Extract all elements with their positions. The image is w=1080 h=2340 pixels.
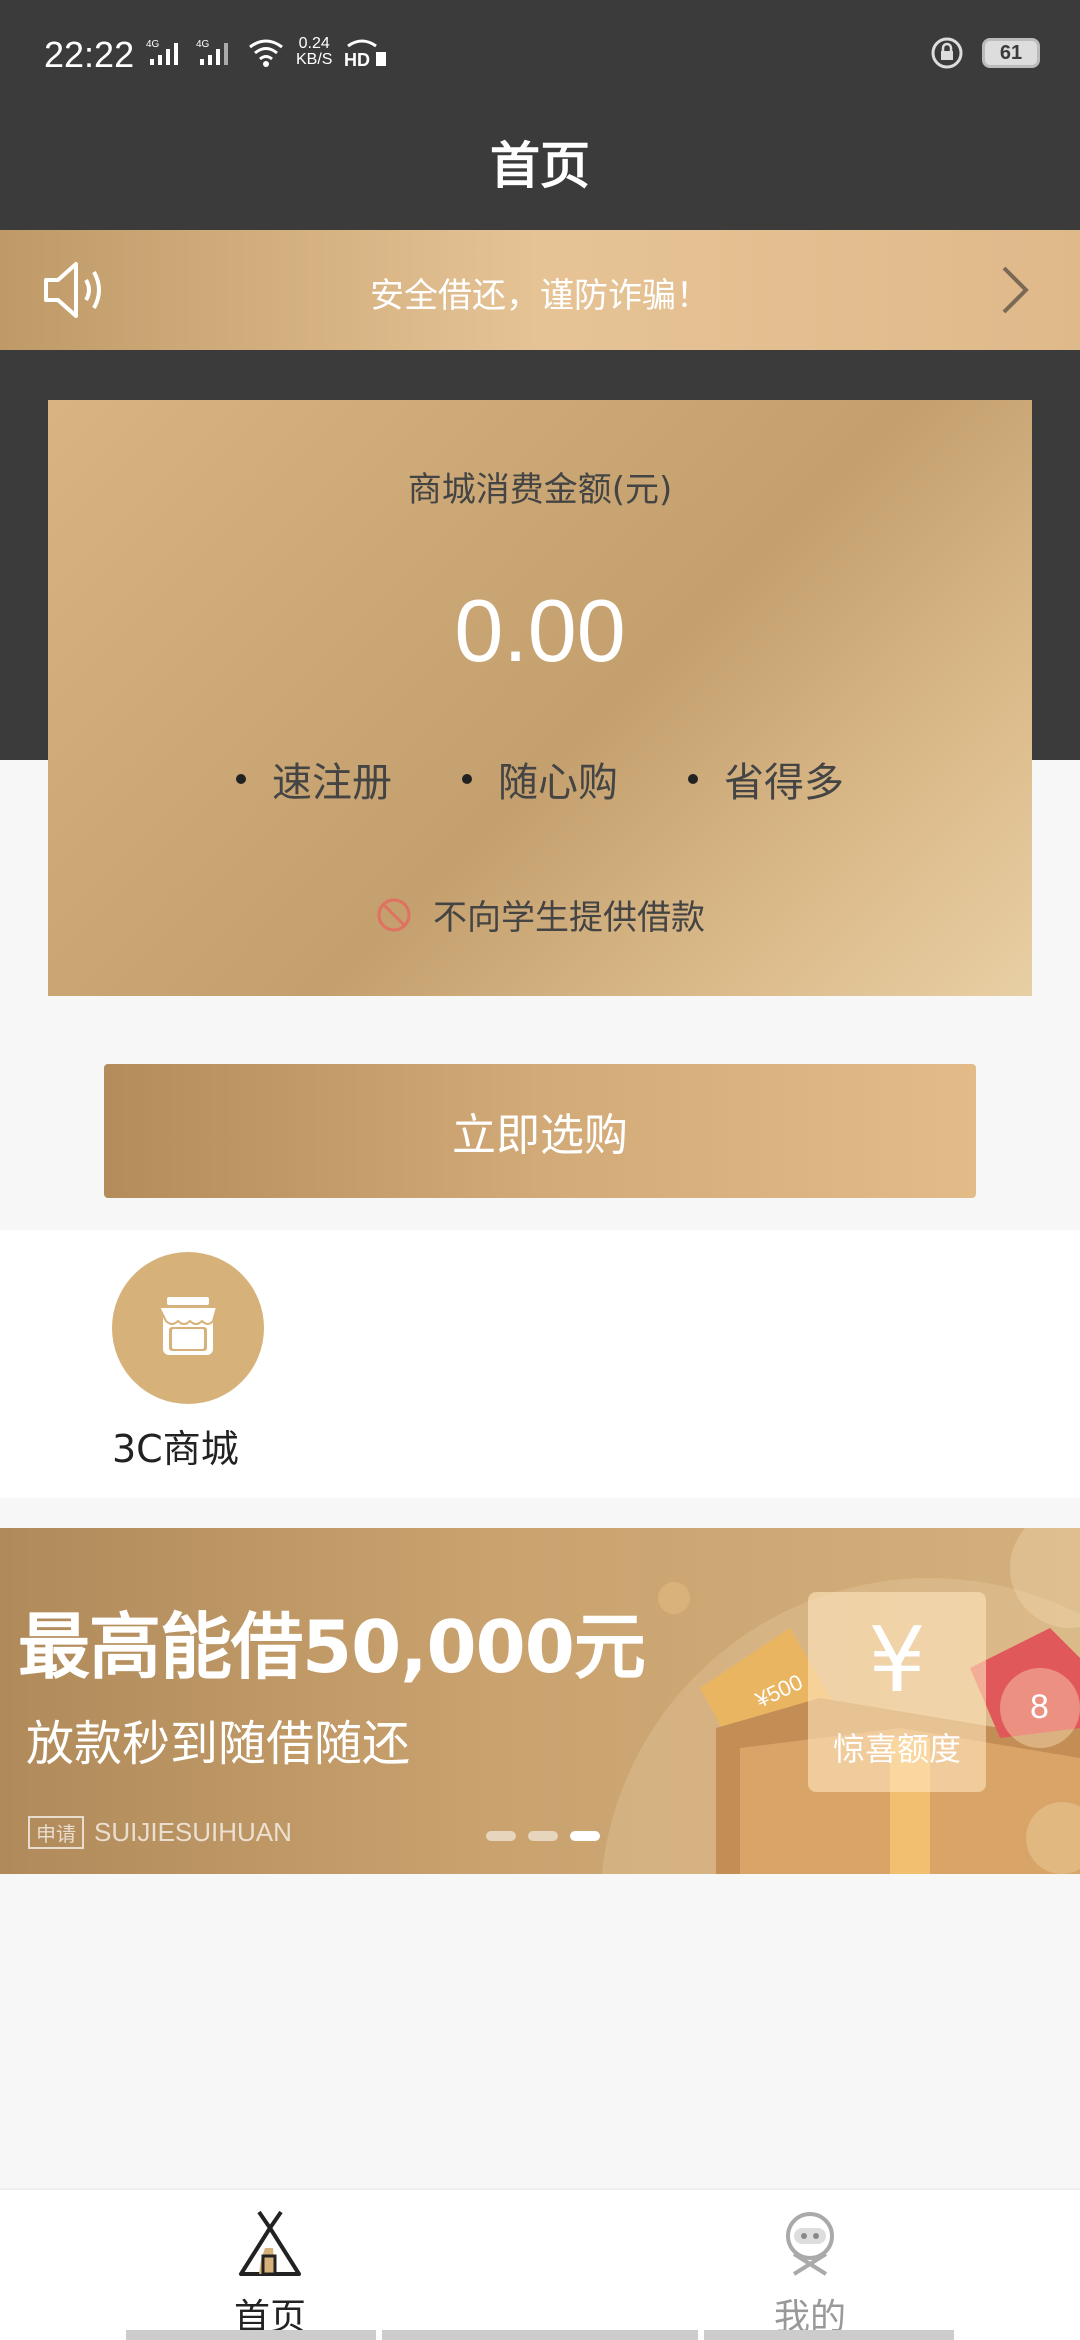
shortcut-3c-mall[interactable]: 3C商城 <box>112 1252 272 1473</box>
feature-list: 速注册 随心购 省得多 <box>48 750 1032 808</box>
prohibited-icon <box>377 898 411 931</box>
envelope-number: 8 <box>1030 1688 1049 1726</box>
status-right: 61 <box>930 36 1040 70</box>
profile-icon <box>786 2212 834 2276</box>
amount-label: 商城消费金额(元) <box>407 470 673 510</box>
home-indicator <box>704 2330 954 2340</box>
amount-value: 0.00 <box>454 581 626 680</box>
lock-icon <box>931 37 963 69</box>
status-bar: 22:22 4G 4G 0.24 KB/S HD 61 <box>0 0 1080 110</box>
bullet-icon <box>236 774 246 784</box>
feature-item: 速注册 <box>236 750 392 808</box>
promo-banner[interactable]: ¥500 8 ¥ 惊喜额度 最高能借50,000元 放款秒到随借随还 申请 SU… <box>0 1528 1080 1874</box>
carousel-dot[interactable] <box>528 1831 558 1841</box>
notice-text: 安全借还，谨防诈骗！ <box>370 276 710 316</box>
network-speed-value: 0.24 <box>298 35 330 52</box>
bullet-icon <box>462 774 472 784</box>
status-time: 22:22 <box>44 34 135 75</box>
svg-text:HD: HD <box>344 50 370 68</box>
home-indicator <box>126 2330 376 2340</box>
tab-me[interactable]: 我的 <box>710 2206 910 2340</box>
carousel-dot[interactable] <box>486 1831 516 1841</box>
tab-home[interactable]: 首页 <box>170 2206 370 2340</box>
page-title: 首页 <box>490 137 590 195</box>
feature-label: 省得多 <box>724 760 844 806</box>
chevron-right-icon <box>1002 266 1029 314</box>
feature-item: 随心购 <box>462 750 618 808</box>
svg-text:4G: 4G <box>196 39 210 50</box>
brand-text: SUIJIESUIHUAN <box>94 1817 292 1847</box>
disclaimer-text: 不向学生提供借款 <box>433 898 705 938</box>
feature-label: 随心购 <box>498 760 618 806</box>
status-icons: 4G 4G 0.24 KB/S HD <box>146 36 390 68</box>
home-indicator <box>382 2330 698 2340</box>
home-tent-icon <box>239 2210 301 2276</box>
feature-label: 速注册 <box>272 760 392 806</box>
bullet-icon <box>688 774 698 784</box>
tab-bar: 首页 我的 <box>0 2188 1080 2340</box>
buy-now-button[interactable]: 立即选购 <box>104 1064 976 1198</box>
card-text: 惊喜额度 <box>832 1730 961 1768</box>
amount-card: 商城消费金额(元) 0.00 速注册 随心购 省得多 不向学生提供借款 <box>48 400 1032 996</box>
network-speed: 0.24 KB/S <box>296 36 332 68</box>
header: 首页 <box>0 110 1080 230</box>
network-speed-unit: KB/S <box>296 51 333 68</box>
student-disclaimer: 不向学生提供借款 <box>48 890 1032 939</box>
carousel-indicator <box>486 1831 600 1841</box>
feature-item: 省得多 <box>688 750 844 808</box>
banner-title: 最高能借50,000元 <box>18 1605 646 1689</box>
notice-bar[interactable]: 安全借还，谨防诈骗！ <box>0 230 1080 350</box>
shortcut-section: 3C商城 <box>0 1230 1080 1498</box>
svg-text:4G: 4G <box>146 39 160 50</box>
surprise-credit-card: ¥ 惊喜额度 <box>808 1592 986 1792</box>
hd-icon: HD <box>344 39 387 68</box>
shortcut-label: 3C商城 <box>112 1427 239 1471</box>
wifi-icon <box>249 39 283 67</box>
banner-brand: 申请 SUIJIESUIHUAN <box>28 1816 292 1849</box>
brand-tag: 申请 <box>28 1816 84 1849</box>
signal-icon: 4G <box>196 39 228 65</box>
battery-icon: 61 <box>982 38 1040 68</box>
shop-icon <box>112 1252 264 1404</box>
signal-icon: 4G <box>146 39 178 65</box>
banner-subtitle: 放款秒到随借随还 <box>26 1716 411 1772</box>
yen-symbol: ¥ <box>868 1608 926 1713</box>
carousel-dot-active[interactable] <box>570 1831 600 1841</box>
